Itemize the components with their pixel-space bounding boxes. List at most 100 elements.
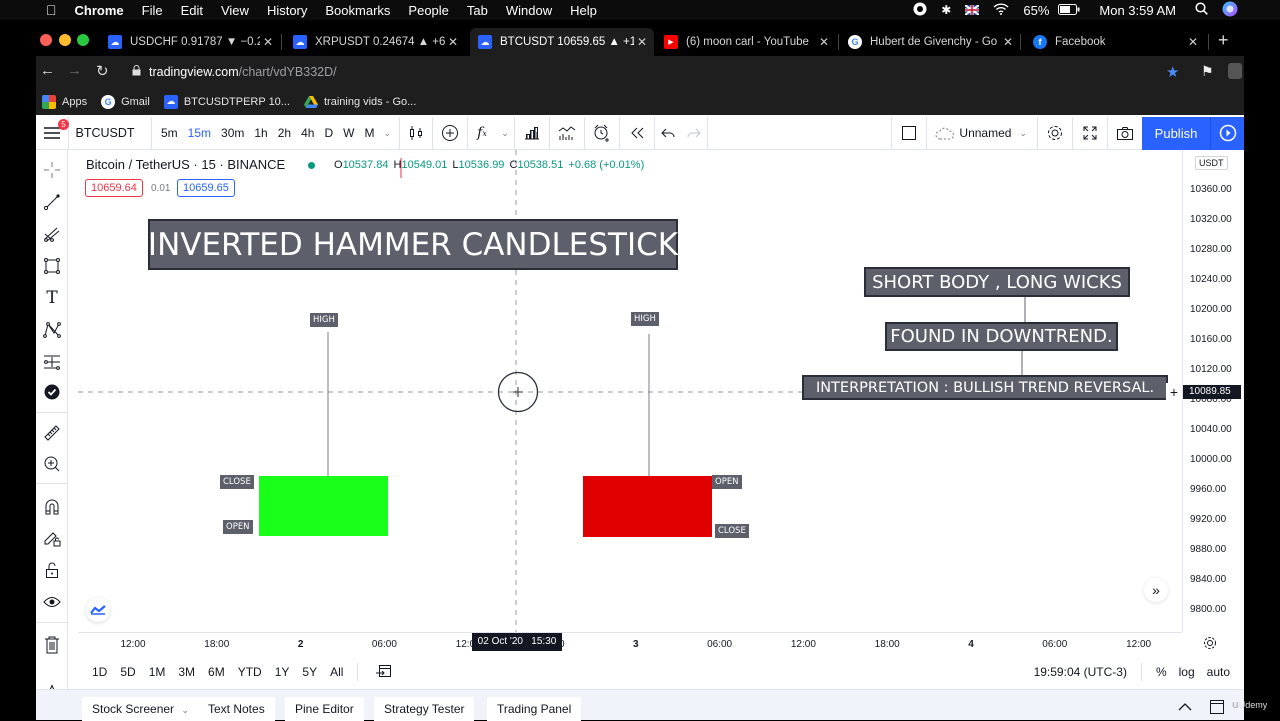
log-scale-toggle[interactable]: log <box>1179 665 1195 679</box>
magnet-icon[interactable] <box>42 497 62 517</box>
undo-icon[interactable] <box>655 117 681 150</box>
range-3m[interactable]: 3M <box>178 665 195 679</box>
range-6m[interactable]: 6M <box>208 665 225 679</box>
interval-4h[interactable]: 4h <box>296 117 319 150</box>
prediction-measure-icon[interactable] <box>42 352 62 372</box>
market-status-dot[interactable] <box>308 162 315 169</box>
tab-close-icon[interactable]: ✕ <box>260 35 276 49</box>
crosshair-cursor-icon[interactable] <box>42 160 62 180</box>
note-short-body-long-wicks[interactable]: SHORT BODY , LONG WICKS <box>864 267 1130 297</box>
address-bar[interactable]: tradingview.com/chart/vdYB332D/ <box>122 59 1152 85</box>
extensions-puzzle-icon[interactable]: ⚑ <box>1201 63 1214 80</box>
pattern-xabcd-icon[interactable] <box>42 320 62 340</box>
range-1m[interactable]: 1M <box>149 665 166 679</box>
timezone-clock[interactable]: 19:59:04 (UTC-3) <box>1034 665 1127 679</box>
apple-menu-icon[interactable]:  <box>0 2 66 18</box>
time-axis[interactable]: 12:0018:00206:0012:0018:00306:0012:0018:… <box>78 632 1182 656</box>
reload-button[interactable]: ↻ <box>96 62 109 80</box>
bookmark-btcusdtperp[interactable]: ☁ BTCUSDTPERP 10... <box>163 94 290 109</box>
indicators-fx-icon[interactable]: fx <box>468 117 496 150</box>
interval-w[interactable]: W <box>338 117 359 150</box>
menu-help[interactable]: Help <box>561 3 606 18</box>
range-5y[interactable]: 5Y <box>302 665 317 679</box>
publish-button[interactable]: Publish <box>1142 116 1210 150</box>
hide-drawings-eye-icon[interactable] <box>42 592 62 612</box>
record-icon[interactable] <box>906 2 934 19</box>
chart-type-candles-icon[interactable] <box>400 117 432 150</box>
financials-bar-icon[interactable] <box>515 117 549 150</box>
range-1y[interactable]: 1Y <box>275 665 290 679</box>
window-close-button[interactable] <box>40 34 52 46</box>
chart-settings-gear-icon[interactable] <box>1038 117 1072 150</box>
tab-close-icon[interactable]: ✕ <box>1000 35 1016 49</box>
browser-tab-active[interactable]: ☁ BTCUSDT 10659.65 ▲ +1 ✕ <box>470 28 654 56</box>
tab-close-icon[interactable]: ✕ <box>445 35 461 49</box>
interval-15m[interactable]: 15m <box>183 117 216 150</box>
compare-add-symbol-icon[interactable] <box>433 117 467 150</box>
auto-scale-toggle[interactable]: auto <box>1207 665 1230 679</box>
bearish-close-label[interactable]: CLOSE <box>715 524 749 538</box>
tab-close-icon[interactable]: ✕ <box>816 35 832 49</box>
sell-price-button[interactable]: 10659.64 <box>85 179 143 197</box>
percent-scale-toggle[interactable]: % <box>1156 665 1167 679</box>
browser-tab[interactable]: f Facebook ✕ <box>1025 28 1205 56</box>
browser-tab[interactable]: ☁ USDCHF 0.91787 ▼ −0.27 ✕ <box>100 28 280 56</box>
templates-chart-icon[interactable] <box>550 117 584 150</box>
note-interpretation[interactable]: INTERPRETATION : BULLISH TREND REVERSAL. <box>802 375 1168 400</box>
tradingview-logo-icon[interactable] <box>86 598 110 622</box>
buy-price-button[interactable]: 10659.65 <box>177 179 235 197</box>
input-source-flag-icon[interactable] <box>958 3 986 18</box>
menubar-clock[interactable]: Mon 3:59 AM <box>1087 3 1188 18</box>
tab-trading-panel[interactable]: Trading Panel <box>487 697 582 721</box>
bullish-open-label[interactable]: OPEN <box>223 520 253 534</box>
forward-button[interactable]: → <box>67 62 82 79</box>
scroll-to-realtime-button[interactable]: » <box>1144 578 1168 602</box>
trend-line-icon[interactable] <box>42 192 62 212</box>
publish-video-play-icon[interactable] <box>1210 116 1244 150</box>
price-axis[interactable]: USDT 10360.00 10320.00 10280.00 10240.00 102… <box>1182 150 1241 632</box>
menu-tab[interactable]: Tab <box>458 3 497 18</box>
alert-clock-icon[interactable] <box>585 117 619 150</box>
browser-tab[interactable]: G Hubert de Givenchy - Go ✕ <box>840 28 1020 56</box>
fib-pitchfork-icon[interactable] <box>42 224 62 244</box>
rectangle-shape-icon[interactable] <box>42 256 62 276</box>
bookmark-gmail[interactable]: G Gmail <box>101 94 150 109</box>
lock-icon[interactable] <box>132 65 141 79</box>
back-button[interactable]: ← <box>40 62 55 79</box>
bearish-open-label[interactable]: OPEN <box>712 475 742 489</box>
maximize-panel-icon[interactable] <box>1210 700 1224 719</box>
zoom-in-icon[interactable] <box>42 454 62 474</box>
time-axis-settings-gear-icon[interactable] <box>1203 636 1217 655</box>
title-annotation[interactable]: INVERTED HAMMER CANDLESTICK <box>148 219 678 270</box>
fullscreen-icon[interactable] <box>1073 117 1107 150</box>
menu-people[interactable]: People <box>399 3 457 18</box>
menu-file[interactable]: File <box>133 3 172 18</box>
tab-close-icon[interactable]: ✕ <box>1185 35 1201 49</box>
select-layout-icon[interactable] <box>892 117 926 150</box>
expand-panel-chevron-up-icon[interactable] <box>1178 698 1192 716</box>
lock-drawings-icon[interactable] <box>42 560 62 580</box>
spotlight-search-icon[interactable] <box>1188 2 1215 18</box>
tab-pine-editor[interactable]: Pine Editor <box>285 697 364 721</box>
menu-view[interactable]: View <box>212 3 258 18</box>
interval-d[interactable]: D <box>319 117 338 150</box>
bullish-high-label[interactable]: HIGH <box>310 313 338 327</box>
indicators-dropdown-chevron-icon[interactable]: ⌄ <box>496 117 514 150</box>
interval-30m[interactable]: 30m <box>216 117 249 150</box>
interval-1h[interactable]: 1h <box>249 117 272 150</box>
bookmark-star-icon[interactable]: ★ <box>1166 63 1179 81</box>
snapshot-camera-icon[interactable] <box>1108 117 1142 150</box>
remove-drawings-trash-icon[interactable] <box>42 635 62 655</box>
interval-5m[interactable]: 5m <box>152 117 183 150</box>
menu-edit[interactable]: Edit <box>172 3 212 18</box>
note-found-in-downtrend[interactable]: FOUND IN DOWNTREND. <box>885 322 1118 351</box>
go-to-date-icon[interactable] <box>376 664 392 681</box>
battery-icon[interactable] <box>1051 3 1087 18</box>
bearish-high-label[interactable]: HIGH <box>631 312 659 326</box>
wifi-icon[interactable] <box>986 2 1016 18</box>
bar-replay-rewind-icon[interactable] <box>620 117 654 150</box>
window-zoom-button[interactable] <box>77 34 89 46</box>
stay-in-drawing-mode-icon[interactable] <box>42 528 62 548</box>
menu-history[interactable]: History <box>258 3 316 18</box>
menu-window[interactable]: Window <box>497 3 561 18</box>
